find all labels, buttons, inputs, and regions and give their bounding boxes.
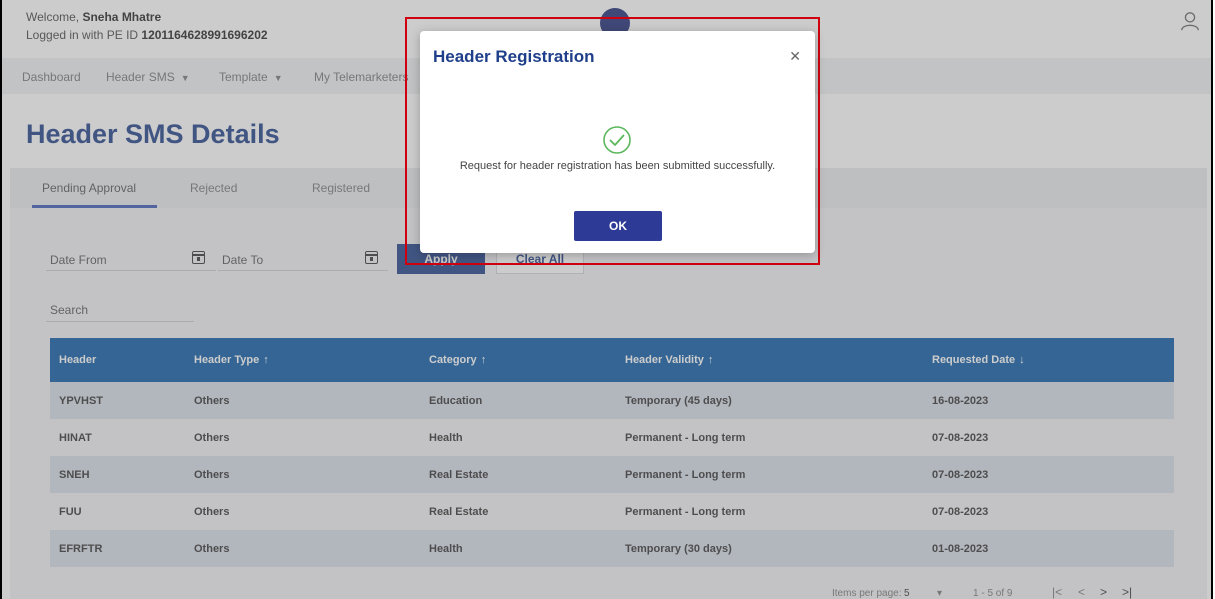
dialog-message: Request for header registration has been… — [459, 160, 776, 172]
success-check-icon — [603, 126, 631, 154]
ok-button[interactable]: OK — [574, 211, 662, 241]
screen-frame: Welcome, Sneha Mhatre Logged in with PE … — [0, 0, 1213, 599]
dialog-title: Header Registration — [433, 47, 595, 66]
header-registration-dialog: Header Registration ✕ Request for header… — [420, 31, 815, 253]
close-icon[interactable]: ✕ — [789, 48, 801, 65]
